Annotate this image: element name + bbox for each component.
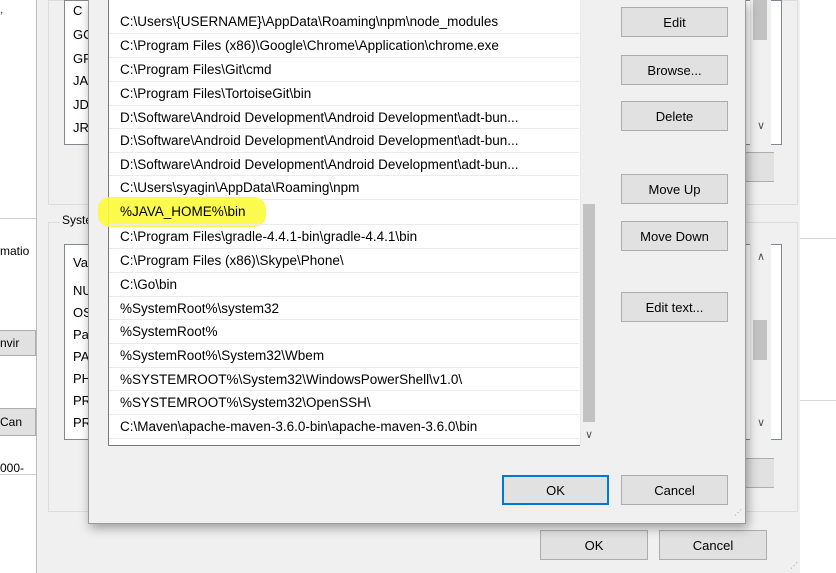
list-item[interactable]: JD	[73, 97, 89, 112]
list-item[interactable]: PA	[73, 349, 89, 364]
divider	[0, 218, 36, 219]
path-entry[interactable]: D:\Software\Android Development\Android …	[120, 129, 518, 153]
row-divider	[109, 438, 579, 439]
path-entry[interactable]: C:\Program Files\Git\cmd	[120, 58, 272, 82]
path-entry[interactable]: C:\Users\{USERNAME}\AppData\Roaming\npm\…	[120, 10, 498, 34]
background-cancel-button-fragment[interactable]: Can	[0, 408, 36, 436]
scrollbar-thumb[interactable]	[753, 320, 767, 360]
path-entry[interactable]: C:\Users\syagin\AppData\Roaming\npm	[120, 176, 359, 200]
background-label-fragment: matio	[0, 244, 30, 258]
background-window	[0, 0, 36, 573]
row-divider	[109, 319, 579, 320]
row-divider	[109, 296, 579, 297]
row-divider	[109, 175, 579, 176]
list-item[interactable]: JA	[73, 73, 88, 88]
row-divider	[109, 272, 579, 273]
background-text-fragment-number: 000-	[0, 461, 25, 475]
path-entry[interactable]: C:\Go\bin	[120, 273, 177, 297]
path-entry[interactable]: C:\Program Files\TortoiseGit\bin	[120, 82, 311, 106]
move-up-button[interactable]: Move Up	[621, 174, 728, 204]
path-entry[interactable]: %SystemRoot%\System32\Wbem	[120, 344, 324, 368]
env-cancel-button[interactable]: Cancel	[659, 530, 767, 560]
background-window-right	[800, 0, 836, 573]
path-entry[interactable]: C:\Maven\apache-maven-3.6.0-bin\apache-m…	[120, 415, 477, 439]
chevron-down-icon[interactable]: ∨	[752, 117, 770, 135]
environment-variables-button-fragment[interactable]: nvir	[0, 330, 36, 356]
path-entries-rows: C:\Users\{USERNAME}\AppData\Roaming\npm\…	[108, 0, 580, 446]
cancel-button[interactable]: Cancel	[621, 475, 728, 505]
resize-grip-icon[interactable]: ⋰	[734, 508, 742, 517]
browse-button[interactable]: Browse...	[621, 55, 728, 85]
divider	[800, 400, 836, 401]
chevron-down-icon[interactable]: ∨	[580, 426, 598, 444]
path-entry[interactable]: C:\Program Files (x86)\Skype\Phone\	[120, 249, 344, 273]
list-item[interactable]: C	[73, 3, 82, 18]
scrollbar-thumb[interactable]	[753, 0, 767, 40]
row-divider	[109, 343, 579, 344]
path-entry[interactable]: C:\Program Files\gradle-4.4.1-bin\gradle…	[120, 225, 417, 249]
path-entry[interactable]: %SYSTEMROOT%\System32\OpenSSH\	[120, 391, 371, 415]
row-divider	[109, 105, 579, 106]
path-entry[interactable]: D:\Software\Android Development\Android …	[120, 106, 518, 130]
row-divider	[109, 199, 579, 200]
list-item[interactable]: Pa	[73, 327, 89, 342]
row-divider	[109, 57, 579, 58]
divider	[800, 238, 836, 239]
row-divider	[109, 414, 579, 415]
list-item[interactable]: JR	[73, 120, 89, 135]
row-divider	[109, 248, 579, 249]
delete-button[interactable]: Delete	[621, 101, 728, 131]
background-text-fragment: ,	[0, 2, 4, 16]
row-divider	[109, 128, 579, 129]
row-divider	[109, 367, 579, 368]
row-divider	[109, 224, 579, 225]
env-ok-button[interactable]: OK	[540, 530, 648, 560]
row-divider	[109, 33, 579, 34]
edit-text-button[interactable]: Edit text...	[621, 292, 728, 322]
path-entry[interactable]: %SystemRoot%\system32	[120, 297, 279, 321]
ok-button[interactable]: OK	[502, 475, 609, 505]
edit-button[interactable]: Edit	[621, 7, 728, 37]
chevron-up-icon[interactable]: ∧	[752, 248, 770, 266]
path-entry[interactable]: C:\Program Files (x86)\Google\Chrome\App…	[120, 34, 499, 58]
chevron-down-icon[interactable]: ∨	[752, 414, 770, 432]
scrollbar-thumb[interactable]	[583, 204, 595, 422]
path-entry[interactable]: D:\Software\Android Development\Android …	[120, 153, 518, 177]
path-entry-highlighted[interactable]: %JAVA_HOME%\bin	[120, 200, 246, 224]
row-divider	[109, 81, 579, 82]
path-entry[interactable]: %SYSTEMROOT%\System32\WindowsPowerShell\…	[120, 368, 462, 392]
row-divider	[109, 152, 579, 153]
path-entry[interactable]: %SystemRoot%	[120, 320, 218, 344]
row-divider	[109, 390, 579, 391]
resize-grip-icon[interactable]: ⋰	[790, 561, 798, 570]
column-header[interactable]: Va	[73, 255, 88, 270]
move-down-button[interactable]: Move Down	[621, 221, 728, 251]
